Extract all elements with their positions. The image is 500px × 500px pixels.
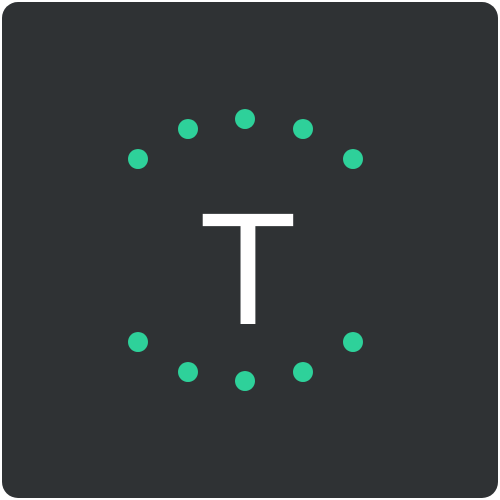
dot-icon xyxy=(235,371,255,391)
dot-icon xyxy=(178,119,198,139)
dot-icon xyxy=(293,362,313,382)
app-icon: T xyxy=(2,2,498,498)
dot-icon xyxy=(235,109,255,129)
dot-icon xyxy=(343,149,363,169)
app-icon-graphic: T xyxy=(128,109,363,391)
dot-ring-upper xyxy=(128,109,363,169)
dot-icon xyxy=(128,332,148,352)
dot-icon xyxy=(178,362,198,382)
dot-icon xyxy=(293,119,313,139)
dot-icon xyxy=(128,149,148,169)
dot-icon xyxy=(343,332,363,352)
app-letter: T xyxy=(199,179,297,358)
